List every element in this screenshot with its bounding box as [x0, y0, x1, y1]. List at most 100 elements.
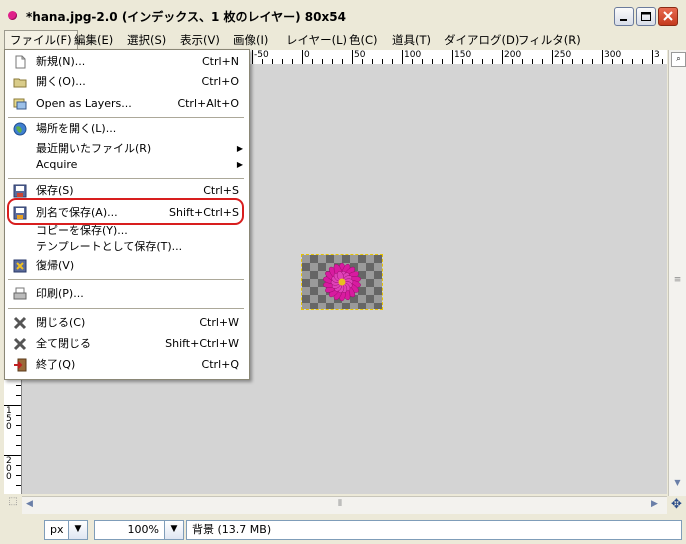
menu-item-label: 復帰(V): [36, 259, 75, 272]
menu-item-close-all[interactable]: 全て閉じる Shift+Ctrl+W: [5, 334, 249, 354]
maximize-button[interactable]: [636, 7, 656, 26]
horizontal-scrollbar[interactable]: ◀ ⦀ ▶: [22, 496, 667, 514]
ruler-label: 0: [304, 50, 310, 60]
ruler-label: 3: [654, 50, 660, 60]
close-x-icon: [13, 316, 27, 330]
menu-item-close[interactable]: 閉じる(C) Ctrl+W: [5, 313, 249, 333]
ruler-label: 150: [6, 406, 12, 432]
new-file-icon: [15, 55, 26, 69]
ruler-tick: [252, 50, 253, 64]
ruler-tick: [452, 50, 453, 64]
vertical-scrollbar[interactable]: ⌕ ≡ ▼: [668, 50, 686, 496]
menu-item-open-location[interactable]: 場所を開く(L)...: [5, 119, 249, 139]
close-button[interactable]: [658, 7, 678, 26]
zoom-input[interactable]: 100%: [94, 520, 164, 540]
menu-item-shortcut: Shift+Ctrl+W: [165, 337, 239, 350]
menu-image[interactable]: 画像(I): [228, 31, 273, 49]
menu-separator: [8, 279, 244, 280]
chevron-down-icon: ▼: [74, 524, 82, 534]
flower-image: [323, 262, 361, 302]
ruler-label: 250: [554, 50, 572, 60]
ruler-tick: [602, 50, 603, 64]
maximize-icon: [641, 12, 651, 21]
open-folder-icon: [13, 78, 27, 88]
ruler-tick: [16, 415, 21, 416]
menu-item-shortcut: Ctrl+Alt+O: [177, 97, 239, 110]
menu-item-label: Open as Layers...: [36, 97, 132, 110]
unit-select[interactable]: px: [44, 520, 68, 540]
chevron-down-icon: ▼: [170, 524, 178, 534]
ruler-tick: [16, 465, 21, 466]
quickmask-toggle-icon[interactable]: ⬚: [4, 496, 22, 513]
ruler-tick: [302, 50, 303, 64]
menu-item-shortcut: Ctrl+O: [201, 75, 239, 88]
ruler-tick: [16, 445, 21, 446]
window-title: *hana.jpg-2.0 (インデックス、1 枚のレイヤー) 80x54: [26, 10, 346, 24]
title-bar: *hana.jpg-2.0 (インデックス、1 枚のレイヤー) 80x54: [0, 0, 686, 33]
menu-item-label: 場所を開く(L)...: [36, 122, 117, 135]
menu-separator: [8, 178, 244, 179]
ruler-tick: [16, 425, 21, 426]
flower-center: [338, 278, 346, 286]
ruler-tick: [16, 475, 21, 476]
menu-select[interactable]: 選択(S): [122, 31, 171, 49]
ruler-tick: [16, 385, 21, 386]
zoom-dropdown-button[interactable]: ▼: [164, 520, 184, 540]
status-bar: px ▼ 100% ▼ 背景 (13.7 MB): [0, 514, 686, 544]
menu-item-label: 開く(O)...: [36, 75, 86, 88]
scroll-right-icon[interactable]: ▶: [651, 499, 658, 509]
scroll-down-icon[interactable]: ▼: [671, 478, 684, 492]
menu-tools[interactable]: 道具(T): [387, 31, 436, 49]
menu-item-shortcut: Ctrl+N: [201, 55, 239, 68]
save-icon: [13, 184, 27, 198]
vscroll-grip-icon: ≡: [673, 275, 682, 285]
menu-item-label: Acquire: [36, 158, 78, 171]
move-navigate-icon[interactable]: ✥: [668, 497, 685, 514]
menu-item-shortcut: Ctrl+W: [199, 316, 239, 329]
menu-item-label: 閉じる(C): [36, 316, 86, 329]
ruler-label: 150: [454, 50, 472, 60]
menu-bar: ファイル(F) 編集(E) 選択(S) 表示(V) 画像(I) レイヤー(L) …: [0, 30, 686, 50]
menu-view[interactable]: 表示(V): [175, 31, 225, 49]
unit-dropdown-button[interactable]: ▼: [68, 520, 88, 540]
menu-item-acquire[interactable]: Acquire ▶: [5, 155, 249, 175]
ruler-tick: [16, 435, 21, 436]
menu-item-label: 印刷(P)...: [36, 287, 84, 300]
menu-filters[interactable]: フィルタ(R): [513, 31, 586, 49]
menu-item-label: 全て閉じる: [36, 337, 91, 350]
menu-item-quit[interactable]: 終了(Q) Ctrl+Q: [5, 355, 249, 375]
close-all-icon: [13, 337, 27, 351]
menu-item-shortcut: Ctrl+Q: [201, 358, 239, 371]
ruler-label: 300: [604, 50, 622, 60]
gimp-app-icon: [8, 11, 17, 20]
revert-icon: [13, 259, 27, 273]
ruler-tick: [16, 485, 21, 486]
scroll-left-icon[interactable]: ◀: [26, 499, 33, 509]
ruler-tick: [502, 50, 503, 64]
menu-dialogs[interactable]: ダイアログ(D): [439, 31, 524, 49]
minimize-button[interactable]: [614, 7, 634, 26]
menu-file[interactable]: ファイル(F): [4, 30, 78, 49]
menu-item-open[interactable]: 開く(O)... Ctrl+O: [5, 72, 249, 92]
menu-separator: [8, 117, 244, 118]
menu-item-open-as-layers[interactable]: Open as Layers... Ctrl+Alt+O: [5, 94, 249, 114]
menu-item-label: 終了(Q): [36, 358, 76, 371]
menu-item-print[interactable]: 印刷(P)...: [5, 284, 249, 304]
hscroll-grip-icon: ⦀: [338, 499, 342, 509]
ruler-tick: [652, 50, 653, 64]
ruler-tick: [402, 50, 403, 64]
globe-icon: [13, 122, 27, 136]
menu-item-new[interactable]: 新規(N)... Ctrl+N: [5, 52, 249, 72]
save-as-highlight-annotation: [7, 198, 244, 225]
image-layer[interactable]: [301, 254, 383, 310]
menu-item-save-template[interactable]: テンプレートとして保存(T)...: [5, 237, 249, 257]
navigate-icon[interactable]: ⌕: [671, 52, 686, 67]
menu-layer[interactable]: レイヤー(L): [281, 31, 352, 49]
ruler-tick: [352, 50, 353, 64]
open-layers-icon: [13, 98, 27, 110]
menu-color[interactable]: 色(C): [344, 31, 383, 49]
menu-separator: [8, 308, 244, 309]
menu-item-revert[interactable]: 復帰(V): [5, 256, 249, 276]
menu-edit[interactable]: 編集(E): [69, 31, 118, 49]
ruler-tick: [16, 395, 21, 396]
